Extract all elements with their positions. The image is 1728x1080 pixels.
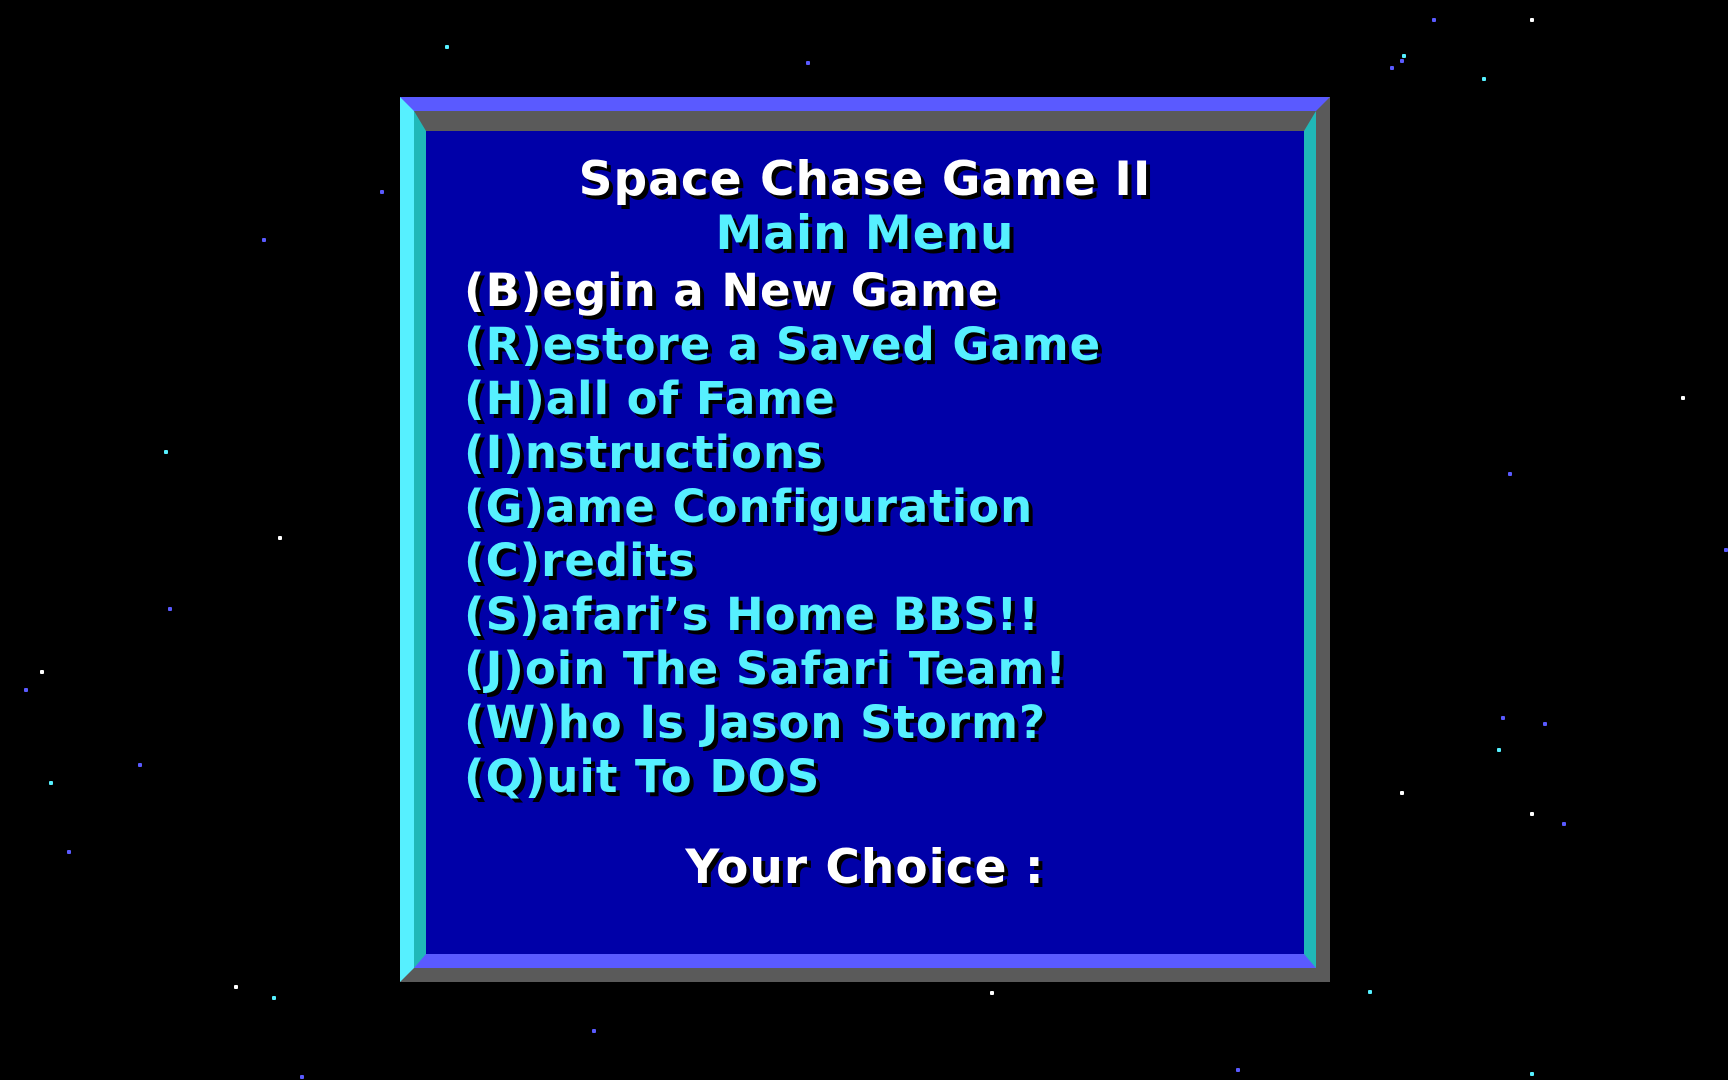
star-31 bbox=[592, 1029, 596, 1033]
game-title: Space Chase Game II bbox=[578, 152, 1152, 207]
game-screen: Space Chase Game II Main Menu (B)egin a … bbox=[0, 0, 1728, 1080]
star-32 bbox=[1236, 1068, 1240, 1072]
star-8 bbox=[380, 190, 384, 194]
star-26 bbox=[67, 850, 71, 854]
star-3 bbox=[1530, 18, 1534, 22]
star-6 bbox=[1402, 54, 1406, 58]
star-5 bbox=[1390, 66, 1394, 70]
star-24 bbox=[1530, 812, 1534, 816]
star-30 bbox=[1368, 990, 1372, 994]
star-18 bbox=[1501, 716, 1505, 720]
star-23 bbox=[1400, 791, 1404, 795]
menu-heading: Main Menu bbox=[715, 206, 1015, 261]
menu-item-safari-bbs[interactable]: (S)afari’s Home BBS!! bbox=[464, 588, 1101, 642]
star-0 bbox=[445, 45, 449, 49]
star-14 bbox=[1724, 548, 1728, 552]
star-20 bbox=[138, 763, 142, 767]
star-10 bbox=[1681, 396, 1685, 400]
menu-item-quit[interactable]: (Q)uit To DOS bbox=[464, 750, 1101, 804]
menu-item-credits[interactable]: (C)redits bbox=[464, 534, 1101, 588]
star-9 bbox=[262, 238, 266, 242]
menu-item-begin[interactable]: (B)egin a New Game bbox=[464, 264, 1101, 318]
star-33 bbox=[1530, 1072, 1534, 1076]
star-7 bbox=[1482, 77, 1486, 81]
menu-item-instructions[interactable]: (I)nstructions bbox=[464, 426, 1101, 480]
star-29 bbox=[990, 991, 994, 995]
star-17 bbox=[24, 688, 28, 692]
menu-item-join-team[interactable]: (J)oin The Safari Team! bbox=[464, 642, 1101, 696]
star-28 bbox=[272, 996, 276, 1000]
star-16 bbox=[40, 670, 44, 674]
star-15 bbox=[168, 607, 172, 611]
menu-item-hall-of-fame[interactable]: (H)all of Fame bbox=[464, 372, 1101, 426]
star-22 bbox=[1497, 748, 1501, 752]
star-4 bbox=[1400, 59, 1404, 63]
star-1 bbox=[806, 61, 810, 65]
star-34 bbox=[300, 1075, 304, 1079]
main-menu: (B)egin a New Game (R)estore a Saved Gam… bbox=[464, 264, 1101, 804]
menu-item-restore[interactable]: (R)estore a Saved Game bbox=[464, 318, 1101, 372]
menu-frame: Space Chase Game II Main Menu (B)egin a … bbox=[400, 97, 1330, 982]
star-2 bbox=[1432, 18, 1436, 22]
star-27 bbox=[234, 985, 238, 989]
menu-frame-bevel: Space Chase Game II Main Menu (B)egin a … bbox=[414, 111, 1316, 968]
choice-prompt: Your Choice : bbox=[685, 840, 1045, 895]
star-19 bbox=[1543, 722, 1547, 726]
star-12 bbox=[1508, 472, 1512, 476]
menu-panel: Space Chase Game II Main Menu (B)egin a … bbox=[426, 131, 1304, 954]
star-11 bbox=[164, 450, 168, 454]
star-25 bbox=[1562, 822, 1566, 826]
menu-item-configuration[interactable]: (G)ame Configuration bbox=[464, 480, 1101, 534]
menu-item-jason-storm[interactable]: (W)ho Is Jason Storm? bbox=[464, 696, 1101, 750]
star-21 bbox=[49, 781, 53, 785]
star-13 bbox=[278, 536, 282, 540]
